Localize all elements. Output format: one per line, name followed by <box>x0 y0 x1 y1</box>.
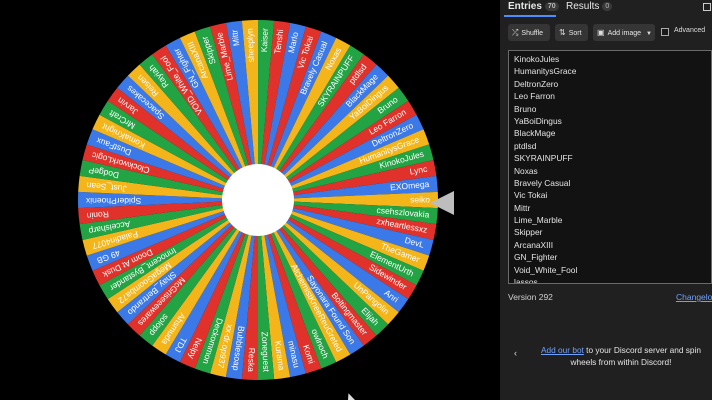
entry-item: Bruno <box>514 103 537 114</box>
promo-text: to your Discord server and spin wheels f… <box>570 345 702 367</box>
wheel-segment-label: Reska <box>246 348 257 373</box>
wheel-segment-label: sheeplyn <box>245 28 257 63</box>
wheel-segment-label: SpiderPhoenix <box>85 196 141 206</box>
results-count-badge: 0 <box>602 2 613 11</box>
entries-toolbar: ⤮ Shuffle ⇅ Sort ▣ Add image ▼ Advanced <box>500 24 712 42</box>
advanced-label: Advanced <box>674 27 706 34</box>
tab-entries[interactable]: Entries 70 <box>508 1 559 12</box>
entry-item: Leo Farron <box>514 91 555 102</box>
shuffle-button[interactable]: ⤮ Shuffle <box>508 24 550 41</box>
entry-item: YaBoiDingus <box>514 115 562 126</box>
wheel-pointer-icon <box>430 191 454 215</box>
entry-item: Bravely Casual <box>514 177 571 188</box>
entry-item: Noxas <box>514 165 538 176</box>
discord-promo: Add our bot to your Discord server and s… <box>536 344 706 368</box>
entry-item: DeltronZero <box>514 78 559 89</box>
wheel-center-hub[interactable] <box>222 164 294 236</box>
entries-count-badge: 70 <box>544 2 559 11</box>
add-image-label: Add image <box>607 30 642 37</box>
chevron-left-icon[interactable]: ‹ <box>514 348 517 358</box>
entry-item: Void_White_Fool <box>514 264 578 275</box>
spin-wheel[interactable]: Vic TokaiBravely CasualNoxasSKYRAINPUFFp… <box>0 0 500 400</box>
advanced-checkbox[interactable] <box>661 28 669 36</box>
entry-item: Skipper <box>514 227 543 238</box>
version-text: Version 292 <box>508 292 553 302</box>
entry-item: BlackMage <box>514 128 556 139</box>
tab-results[interactable]: Results 0 <box>566 1 613 12</box>
wheel-segment-label: Ronin <box>86 209 109 221</box>
entries-textarea[interactable]: KinokoJules HumanitysGrace DeltronZero Leo … <box>508 50 712 284</box>
shuffle-label: Shuffle <box>521 30 544 37</box>
entry-item: KinokoJules <box>514 54 560 64</box>
shuffle-icon: ⤮ <box>512 28 519 37</box>
entry-item: ArcanaXIII <box>514 239 554 250</box>
entries-list: KinokoJules HumanitysGrace DeltronZero Leo … <box>514 53 578 284</box>
wheel-area[interactable]: Vic Tokai Bravely Casual Noxas SKYRAINPUFF p… <box>0 0 500 400</box>
entry-item: SKYRAINPUFF <box>514 153 573 164</box>
fullscreen-icon[interactable] <box>703 3 711 11</box>
changelog-link[interactable]: Changelog <box>676 292 712 302</box>
entry-item: GN_Fighter <box>514 252 558 263</box>
tab-entries-label: Entries <box>508 1 542 12</box>
image-icon: ▣ <box>597 28 605 37</box>
entry-item: lassos <box>514 277 538 284</box>
entry-item: ptdlsd <box>514 140 537 151</box>
add-bot-link[interactable]: Add our bot <box>541 345 584 355</box>
side-panel: Entries 70 Results 0 ⤮ Shuffle ⇅ Sort ▣ Add i… <box>500 0 712 400</box>
entry-item: Mittr <box>514 202 531 213</box>
wheel-segment-label: Zoneguest <box>260 331 272 372</box>
entry-item: Vic Tokai <box>514 190 548 201</box>
dropdown-caret-icon: ▼ <box>646 31 652 37</box>
wheel-segment-label: Kaiser <box>259 28 270 53</box>
tab-results-label: Results <box>566 1 600 12</box>
wheel-segment-label: seiko <box>410 194 430 204</box>
sort-icon: ⇅ <box>559 28 566 37</box>
tab-bar: Entries 70 Results 0 <box>500 0 712 17</box>
sort-label: Sort <box>568 30 582 37</box>
add-image-button[interactable]: ▣ Add image ▼ <box>593 24 655 41</box>
entry-item: Lime_Marble <box>514 215 563 226</box>
sort-button[interactable]: ⇅ Sort <box>555 24 588 41</box>
entry-item: HumanitysGrace <box>514 66 577 77</box>
active-tab-indicator <box>504 15 556 17</box>
